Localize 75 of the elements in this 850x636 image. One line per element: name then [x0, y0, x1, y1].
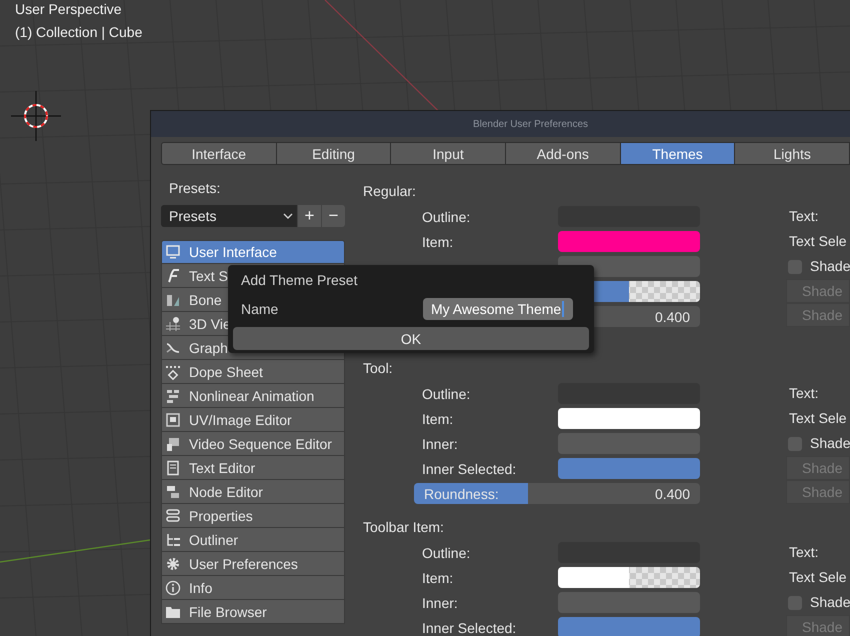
section-title: Tool:	[363, 359, 394, 378]
image-icon	[165, 412, 181, 428]
editor-list-item[interactable]: Properties	[161, 504, 345, 528]
color-swatch[interactable]	[558, 617, 700, 636]
tab[interactable]: Editing	[276, 142, 392, 165]
document-icon	[165, 460, 181, 476]
editor-list-item[interactable]: File Browser	[161, 600, 345, 624]
color-label: Item:	[421, 234, 454, 250]
shade-label: Shade	[810, 593, 850, 612]
editor-list-item[interactable]: Outliner	[161, 528, 345, 552]
editor-list-item[interactable]: User Preferences	[161, 552, 345, 576]
font-icon	[165, 268, 181, 284]
editor-list-item[interactable]: Nonlinear Animation	[161, 384, 345, 408]
text-color-label: Text:	[788, 384, 820, 403]
text-color-label: Text:	[788, 543, 820, 562]
color-label: Inner Selected:	[421, 620, 518, 636]
checkbox[interactable]	[788, 596, 802, 610]
shade-label: Shade	[810, 257, 850, 276]
film-icon	[165, 436, 181, 452]
editor-list-item[interactable]: Text Editor	[161, 456, 345, 480]
monitor-icon	[165, 244, 181, 260]
text-selected-label: Text Sele	[788, 409, 848, 428]
color-label: Outline:	[421, 544, 472, 560]
color-label: Item:	[421, 410, 454, 426]
section-title: Regular:	[363, 182, 417, 201]
nodes-icon	[165, 484, 181, 500]
presets-dropdown[interactable]: Presets	[161, 205, 297, 227]
window-title: Blender User Preferences	[472, 118, 588, 130]
color-swatch[interactable]	[558, 567, 700, 588]
tab[interactable]: Themes	[620, 142, 736, 165]
color-swatch[interactable]	[558, 231, 700, 252]
editor-list-item[interactable]: Info	[161, 576, 345, 600]
roundness-slider[interactable]: Roundness: 0.400	[414, 483, 700, 504]
color-label: Outline:	[421, 208, 472, 224]
tab[interactable]: Input	[391, 142, 506, 165]
crosshair-icon	[11, 91, 61, 141]
text-selected-label: Text Sele	[788, 232, 848, 251]
caret-icon	[283, 212, 293, 220]
color-label: Inner:	[421, 436, 459, 452]
color-label: Inner:	[421, 594, 459, 610]
editor-list-item[interactable]: UV/Image Editor	[161, 408, 345, 432]
remove-button[interactable]: −	[322, 205, 345, 227]
view-name: User Perspective	[15, 1, 123, 17]
shade-label: Shade	[810, 434, 850, 453]
tab[interactable]: Add-ons	[506, 142, 621, 165]
text-selected-label: Text Sele	[788, 568, 848, 587]
color-swatch[interactable]	[558, 408, 700, 429]
editor-list-item[interactable]: User Interface	[161, 240, 345, 264]
color-label: Item:	[421, 570, 454, 586]
dialog-title: Add Theme Preset	[240, 271, 358, 289]
name-field[interactable]: My Awesome Theme	[423, 298, 573, 320]
editor-list-item[interactable]: Dope Sheet	[161, 360, 345, 384]
editor-list-item[interactable]: Node Editor	[161, 480, 345, 504]
object-info: (1) Collection | Cube	[15, 24, 142, 40]
color-swatch[interactable]	[558, 458, 700, 479]
gear-icon	[165, 556, 181, 572]
checkbox[interactable]	[788, 436, 802, 450]
keyframe-icon	[165, 364, 181, 380]
editor-list-item[interactable]: Video Sequence Editor	[161, 432, 345, 456]
add-button[interactable]: +	[298, 205, 321, 227]
presets-label: Presets:	[168, 179, 222, 197]
tab[interactable]: Lights	[735, 142, 850, 165]
color-label: Inner Selected:	[421, 460, 518, 476]
ok-button[interactable]: OK	[233, 327, 589, 350]
name-label: Name	[240, 301, 280, 317]
tab[interactable]: Interface	[161, 142, 277, 165]
grid-icon	[165, 316, 181, 332]
color-label: Outline:	[421, 386, 472, 402]
info-icon	[165, 580, 181, 596]
text-color-label: Text:	[788, 207, 820, 226]
panel-icon	[165, 508, 181, 524]
section-title: Toolbar Item:	[363, 518, 445, 537]
checkbox[interactable]	[788, 260, 802, 274]
tree-icon	[165, 532, 181, 548]
strips-icon	[165, 388, 181, 404]
